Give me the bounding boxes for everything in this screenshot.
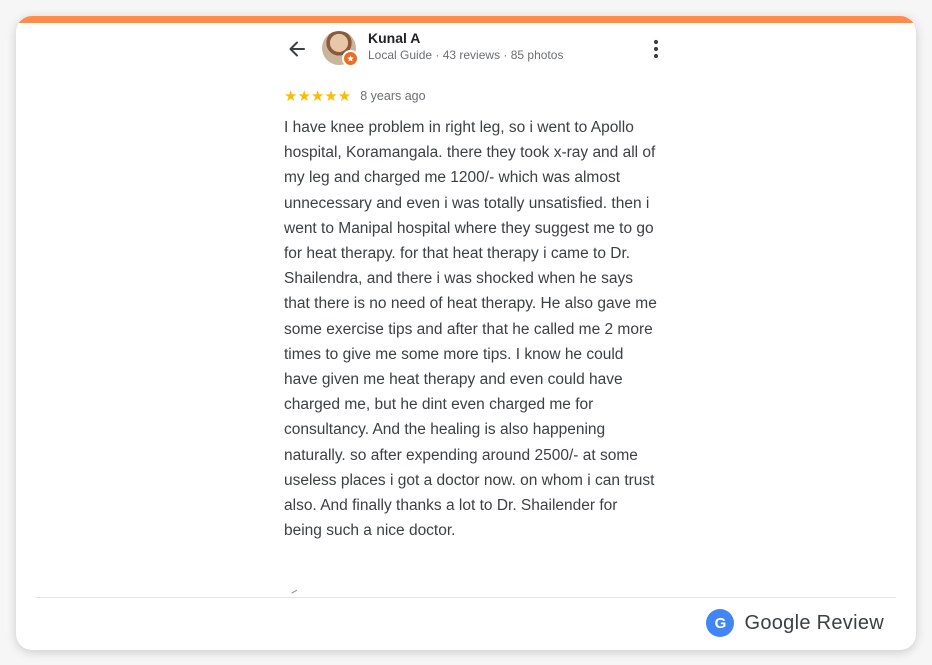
avatar[interactable] [322, 31, 359, 67]
google-review-label: Google Review [744, 611, 884, 634]
rating-row: ★★★★★ 8 years ago [284, 86, 664, 106]
more-options-button[interactable] [646, 36, 666, 62]
divider [36, 597, 896, 598]
local-guide-badge-icon [342, 50, 359, 67]
accent-bar [16, 16, 916, 23]
review-panel: Kunal A Local Guide · 43 reviews · 85 ph… [284, 28, 664, 543]
google-g-icon: G [706, 609, 735, 637]
more-vertical-icon [653, 39, 659, 59]
back-button[interactable] [284, 36, 310, 62]
reviewer-name[interactable]: Kunal A [368, 30, 420, 46]
google-review-link[interactable]: G Google Review [706, 609, 884, 637]
review-card: Kunal A Local Guide · 43 reviews · 85 ph… [16, 16, 916, 650]
reviewer-meta: Local Guide · 43 reviews · 85 photos [368, 48, 564, 62]
review-header: Kunal A Local Guide · 43 reviews · 85 ph… [284, 28, 664, 80]
star-rating: ★★★★★ [284, 88, 352, 105]
arrow-left-icon [289, 41, 305, 57]
partially-hidden-icon [291, 589, 299, 597]
review-text: I have knee problem in right leg, so i w… [284, 119, 657, 540]
review-time: 8 years ago [360, 89, 426, 103]
